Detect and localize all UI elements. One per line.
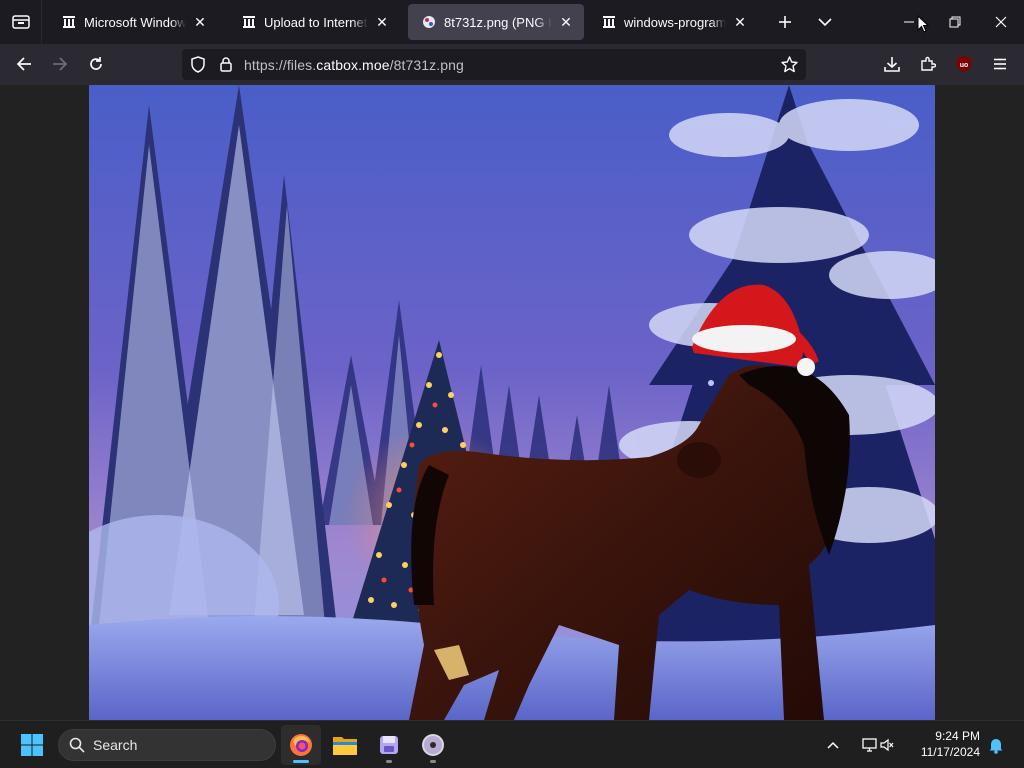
taskbar-search-box[interactable]: Search	[58, 729, 276, 761]
extensions-button[interactable]	[913, 50, 943, 78]
reload-icon	[90, 57, 102, 70]
image-viewer	[0, 85, 1024, 720]
plus-icon	[779, 16, 791, 28]
taskbar-firefox[interactable]	[281, 725, 321, 765]
close-icon[interactable]: ✕	[558, 14, 574, 30]
archive-org-icon	[62, 15, 76, 29]
minimize-icon	[904, 21, 914, 23]
ublock-origin-extension-button[interactable]: uo	[949, 50, 979, 78]
url-path: /8t731z.png	[389, 57, 464, 73]
clock-date: 11/17/2024	[920, 745, 980, 759]
taskbar-media-player[interactable]	[413, 725, 453, 765]
bookmark-star-icon[interactable]	[781, 56, 798, 73]
active-app-indicator	[293, 760, 309, 763]
windows-taskbar: Search 9:24 PM 11/17/2024	[0, 720, 1024, 768]
tab-label: 8t731z.png (PNG Ima	[444, 14, 552, 30]
tab-label: windows-program-arc	[624, 14, 726, 30]
tab-strip: Microsoft Windows Se ✕ Upload to Interne…	[0, 0, 1024, 44]
url-host: catbox.moe	[316, 57, 390, 73]
tab-microsoft-windows[interactable]: Microsoft Windows Se ✕	[48, 4, 218, 40]
puzzle-piece-icon	[921, 56, 936, 71]
download-icon	[884, 57, 900, 72]
running-app-indicator	[386, 760, 392, 763]
volume-muted-icon	[880, 738, 894, 752]
close-icon	[995, 16, 1007, 28]
show-hidden-icons-button[interactable]	[818, 725, 848, 765]
close-icon[interactable]: ✕	[374, 14, 390, 30]
downloads-button[interactable]	[877, 50, 907, 78]
arrow-right-icon	[53, 57, 68, 71]
start-button[interactable]	[12, 725, 52, 765]
tab-label: Upload to Internet Arc	[264, 14, 368, 30]
notepad-app-icon	[380, 736, 398, 754]
hamburger-menu-icon	[994, 58, 1006, 70]
tab-image-active[interactable]: 8t731z.png (PNG Ima ✕	[408, 4, 584, 40]
archive-org-icon	[242, 15, 256, 29]
clock-time: 9:24 PM	[935, 729, 980, 743]
firefox-view-button[interactable]	[0, 0, 42, 44]
image-file-icon	[422, 15, 436, 29]
restore-button[interactable]	[932, 0, 978, 44]
bell-icon	[989, 738, 1003, 754]
taskbar-notepad-app[interactable]	[369, 725, 409, 765]
chevron-down-icon	[818, 18, 832, 27]
arrow-left-icon	[16, 57, 31, 71]
url-scheme: https://files.	[244, 57, 317, 73]
tab-windows-program-archive[interactable]: windows-program-arc ✕	[588, 4, 758, 40]
reload-button[interactable]	[81, 50, 111, 78]
list-all-tabs-button[interactable]	[811, 8, 839, 36]
windows-logo-icon	[21, 734, 43, 756]
restore-icon	[949, 16, 961, 28]
mouse-cursor-icon	[917, 15, 929, 33]
firefox-icon	[290, 734, 312, 756]
network-volume-tray[interactable]	[855, 725, 901, 765]
close-icon[interactable]: ✕	[732, 14, 748, 30]
address-bar[interactable]: https://files.catbox.moe/8t731z.png	[182, 49, 806, 80]
url-text[interactable]: https://files.catbox.moe/8t731z.png	[244, 57, 464, 73]
new-tab-button[interactable]	[771, 8, 799, 36]
tab-label: Microsoft Windows Se	[84, 14, 186, 30]
app-menu-button[interactable]	[985, 50, 1015, 78]
taskbar-file-explorer[interactable]	[325, 725, 365, 765]
chevron-up-icon	[827, 741, 839, 749]
running-app-indicator	[430, 760, 436, 763]
search-label: Search	[93, 737, 138, 753]
lock-icon[interactable]	[219, 56, 233, 72]
winter-christmas-horse-image	[89, 85, 935, 720]
archive-org-icon	[602, 15, 616, 29]
displayed-image[interactable]	[89, 85, 935, 720]
tab-upload-internet-archive[interactable]: Upload to Internet Arc ✕	[228, 4, 400, 40]
back-button[interactable]	[9, 50, 39, 78]
forward-button[interactable]	[45, 50, 75, 78]
system-clock[interactable]: 9:24 PM 11/17/2024	[921, 728, 980, 760]
ublock-origin-icon: uo	[957, 56, 971, 72]
navigation-toolbar: https://files.catbox.moe/8t731z.png uo	[0, 44, 1024, 85]
close-window-button[interactable]	[978, 0, 1024, 44]
media-player-icon	[422, 734, 444, 756]
close-icon[interactable]: ✕	[192, 14, 208, 30]
ublock-badge-text: uo	[960, 62, 969, 69]
notifications-button[interactable]	[984, 725, 1008, 765]
file-explorer-icon	[333, 737, 357, 755]
firefox-view-icon	[11, 15, 30, 29]
tracking-protection-shield-icon[interactable]	[190, 56, 206, 73]
search-icon	[69, 737, 85, 753]
monitor-network-icon	[862, 738, 877, 752]
